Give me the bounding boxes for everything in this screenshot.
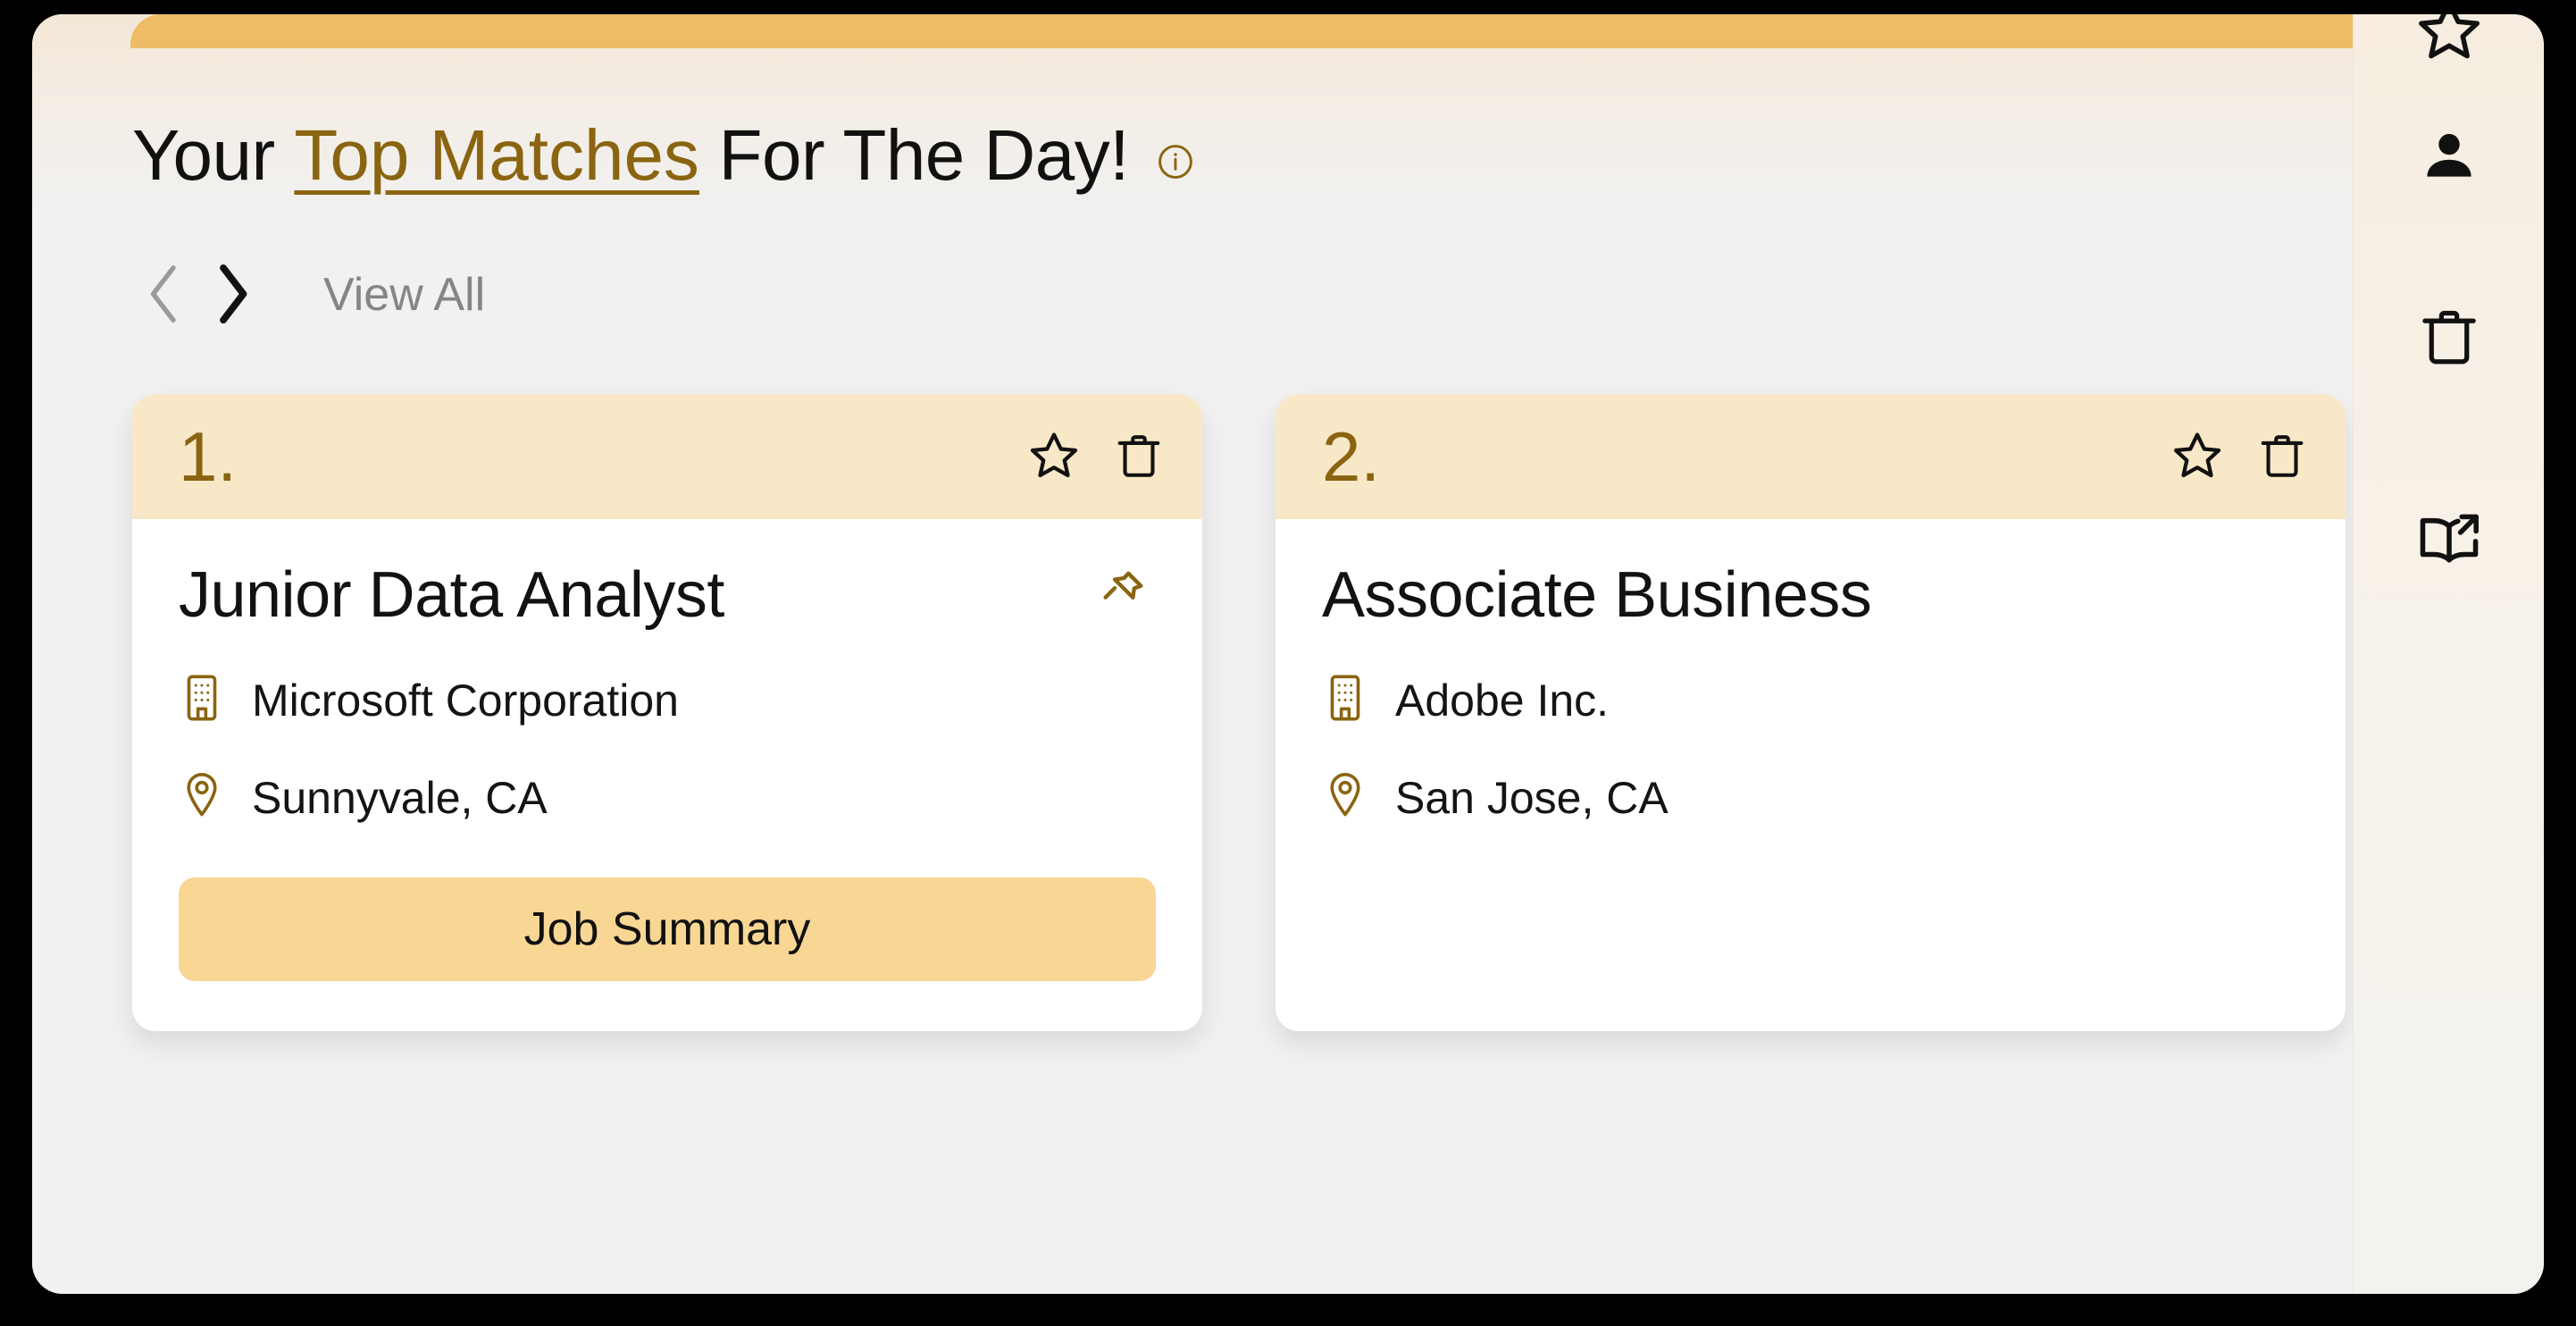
page-title: Your Top Matches For The Day! (132, 120, 1195, 191)
right-sidebar (2353, 14, 2544, 1294)
job-summary-button[interactable]: Job Summary (179, 877, 1156, 982)
job-card-rank: 1. (179, 417, 238, 496)
main-content-area: Your Top Matches For The Day! View All 1… (32, 14, 2353, 1294)
location-row: San Jose, CA (1322, 769, 2299, 826)
view-all-link[interactable]: View All (323, 272, 485, 318)
job-card[interactable]: 1. Junior Data Analyst Microsoft Corpora… (132, 394, 1202, 1032)
carousel-controls: View All (132, 257, 485, 332)
trash-icon (2416, 303, 2482, 373)
info-circle-icon[interactable] (1156, 142, 1195, 181)
company-name: Microsoft Corporation (252, 675, 679, 726)
location-row: Sunnyvale, CA (179, 769, 1156, 826)
job-card-body: Junior Data Analyst Microsoft Corporatio… (132, 519, 1202, 1032)
building-icon (179, 672, 225, 728)
page-title-prefix: Your (132, 115, 295, 195)
sidebar-item-resources[interactable] (2396, 495, 2503, 584)
trash-icon (1113, 429, 1165, 485)
map-pin-icon (1322, 769, 1368, 826)
favorite-star-button[interactable] (2170, 429, 2224, 485)
location-name: Sunnyvale, CA (252, 772, 548, 823)
job-title-row: Associate Business (1322, 559, 2299, 631)
top-matches-link[interactable]: Top Matches (294, 120, 699, 191)
job-card-rank: 2. (1322, 417, 1381, 496)
company-name: Adobe Inc. (1395, 675, 1610, 726)
chevron-right-icon (207, 258, 255, 332)
job-card-actions (1027, 429, 1165, 485)
job-card-body: Associate Business Adobe Inc. San Jose, … (1275, 519, 2346, 1032)
job-card-header: 2. (1275, 394, 2346, 519)
delete-job-button[interactable] (1113, 429, 1165, 485)
job-card[interactable]: 2. Associate Business Adobe Inc. San Jos… (1275, 394, 2346, 1032)
chevron-left-icon (141, 258, 189, 332)
carousel-prev-button[interactable] (132, 257, 198, 332)
delete-job-button[interactable] (2256, 429, 2308, 485)
sidebar-item-profile[interactable] (2396, 111, 2503, 200)
star-outline-icon (2170, 429, 2224, 485)
sidebar-item-trash[interactable] (2396, 293, 2503, 382)
job-cards-carousel: 1. Junior Data Analyst Microsoft Corpora… (132, 394, 2346, 1032)
job-title: Associate Business (1322, 559, 1872, 631)
carousel-next-button[interactable] (198, 257, 264, 332)
app-viewport: Your Top Matches For The Day! View All 1… (32, 14, 2544, 1294)
star-outline-icon (1027, 429, 1081, 485)
job-card-header: 1. (132, 394, 1202, 519)
pushpin-icon[interactable] (1097, 566, 1149, 622)
company-row: Adobe Inc. (1322, 672, 2299, 728)
job-title: Junior Data Analyst (179, 559, 724, 631)
star-outline-icon (2414, 14, 2484, 68)
job-title-row: Junior Data Analyst (179, 559, 1156, 631)
sidebar-item-favorites[interactable] (2396, 14, 2503, 71)
top-accent-bar (130, 14, 2353, 48)
job-card-actions (2170, 429, 2308, 485)
company-row: Microsoft Corporation (179, 672, 1156, 728)
page-title-suffix: For The Day! (698, 115, 1130, 195)
trash-icon (2256, 429, 2308, 485)
building-icon (1322, 672, 1368, 728)
map-pin-icon (179, 769, 225, 826)
location-name: San Jose, CA (1395, 772, 1669, 823)
device-frame: Your Top Matches For The Day! View All 1… (0, 0, 2576, 1326)
favorite-star-button[interactable] (1027, 429, 1081, 485)
person-icon (2417, 122, 2481, 189)
book-open-share-icon (2413, 506, 2485, 575)
